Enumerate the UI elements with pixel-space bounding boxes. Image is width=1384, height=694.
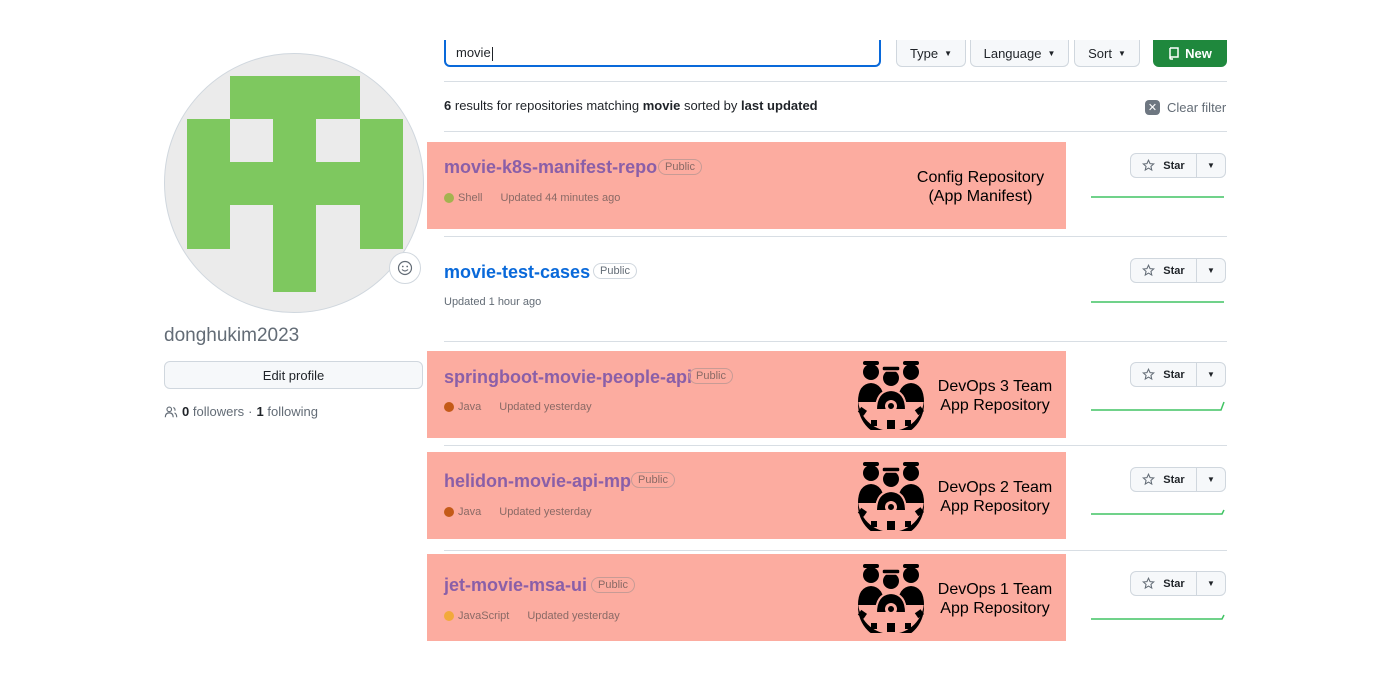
divider — [444, 341, 1227, 342]
star-button[interactable]: Star — [1131, 468, 1197, 491]
divider — [444, 81, 1227, 82]
repo-name-link[interactable]: springboot-movie-people-api — [444, 367, 692, 388]
visibility-badge: Public — [591, 577, 635, 593]
caret-down-icon: ▼ — [1047, 48, 1056, 58]
repo-name-link[interactable]: movie-test-cases — [444, 262, 590, 283]
caret-down-icon: ▼ — [944, 48, 953, 58]
caret-down-icon: ▼ — [1117, 48, 1126, 58]
annotation-config-text: Config Repository (App Manifest) — [916, 169, 1045, 205]
language-filter-button[interactable]: Language ▼ — [970, 40, 1069, 67]
devops-team-icon — [857, 361, 924, 430]
star-button[interactable]: Star — [1131, 572, 1197, 595]
divider — [444, 131, 1227, 132]
follow-stats: 0 followers · 1 following — [164, 404, 318, 419]
avatar[interactable] — [164, 53, 424, 313]
star-icon — [1142, 577, 1156, 590]
repo-name-link[interactable]: jet-movie-msa-ui — [444, 575, 587, 596]
activity-sparkline — [1091, 196, 1224, 198]
star-icon — [1142, 159, 1156, 172]
star-button-group[interactable]: Star ▼ — [1130, 467, 1226, 492]
repo-language: Java — [458, 506, 482, 518]
repo-updated: Updated yesterday — [499, 401, 592, 413]
type-filter-button[interactable]: Type ▼ — [896, 40, 966, 67]
star-list-dropdown[interactable]: ▼ — [1197, 259, 1225, 282]
activity-sparkline — [1091, 401, 1225, 411]
new-repository-button[interactable]: New — [1153, 40, 1227, 67]
repo-meta: Updated 1 hour ago — [444, 296, 541, 308]
annotation-team3-text: DevOps 3 Team App Repository — [937, 378, 1053, 414]
star-button[interactable]: Star — [1131, 154, 1197, 177]
repo-meta: Java Updated yesterday — [444, 506, 592, 518]
star-icon — [1142, 368, 1156, 381]
people-icon — [164, 406, 178, 417]
profile-username: donghukim2023 — [164, 325, 300, 346]
divider — [444, 236, 1227, 237]
caret-down-icon: ▼ — [1207, 370, 1215, 379]
language-color-dot — [444, 402, 454, 412]
repo-updated: Updated yesterday — [527, 610, 620, 622]
language-color-dot — [444, 507, 454, 517]
repo-name-link[interactable]: helidon-movie-api-mp — [444, 471, 631, 492]
divider — [444, 550, 1227, 551]
activity-sparkline — [1091, 301, 1224, 303]
results-summary: 6 results for repositories matching movi… — [444, 98, 818, 113]
devops-team-icon — [857, 564, 924, 633]
language-color-dot — [444, 193, 454, 203]
visibility-badge: Public — [658, 159, 702, 175]
smiley-icon — [397, 260, 413, 276]
repo-language: JavaScript — [458, 610, 510, 622]
repo-meta: JavaScript Updated yesterday — [444, 610, 620, 622]
caret-down-icon: ▼ — [1207, 579, 1215, 588]
star-button-group[interactable]: Star ▼ — [1130, 362, 1226, 387]
repo-meta: Java Updated yesterday — [444, 401, 592, 413]
repo-updated: Updated 44 minutes ago — [500, 192, 621, 204]
follow-separator: · — [248, 404, 253, 419]
repo-updated: Updated 1 hour ago — [444, 296, 542, 308]
repo-meta: Shell Updated 44 minutes ago — [444, 192, 620, 204]
text-caret — [491, 46, 493, 61]
caret-down-icon: ▼ — [1207, 161, 1215, 170]
visibility-badge: Public — [593, 263, 637, 279]
visibility-badge: Public — [631, 472, 675, 488]
sort-button[interactable]: Sort ▼ — [1074, 40, 1140, 67]
repository-search-input[interactable]: movie — [444, 40, 881, 67]
star-icon — [1142, 473, 1156, 486]
annotation-team2-text: DevOps 2 Team App Repository — [937, 479, 1053, 515]
star-list-dropdown[interactable]: ▼ — [1197, 154, 1225, 177]
identicon-image — [187, 76, 403, 292]
activity-sparkline — [1091, 614, 1225, 620]
star-list-dropdown[interactable]: ▼ — [1197, 572, 1225, 595]
repo-language: Java — [458, 401, 482, 413]
divider — [444, 445, 1227, 446]
caret-down-icon: ▼ — [1207, 475, 1215, 484]
set-status-button[interactable] — [389, 252, 421, 284]
following-link[interactable]: 1 following — [257, 404, 318, 419]
repo-name-link[interactable]: movie-k8s-manifest-repo — [444, 157, 657, 178]
visibility-badge: Public — [689, 368, 733, 384]
annotation-team1-text: DevOps 1 Team App Repository — [937, 581, 1053, 617]
activity-sparkline — [1091, 509, 1225, 515]
clear-filter-button[interactable]: ✕ Clear filter — [1145, 100, 1226, 115]
star-list-dropdown[interactable]: ▼ — [1197, 468, 1225, 491]
repo-icon — [1169, 47, 1179, 60]
star-icon — [1142, 264, 1156, 277]
close-icon: ✕ — [1145, 100, 1160, 115]
star-button-group[interactable]: Star ▼ — [1130, 571, 1226, 596]
followers-link[interactable]: 0 followers — [182, 404, 244, 419]
star-button[interactable]: Star — [1131, 259, 1197, 282]
repo-updated: Updated yesterday — [499, 506, 592, 518]
edit-profile-button[interactable]: Edit profile — [164, 361, 423, 389]
star-list-dropdown[interactable]: ▼ — [1197, 363, 1225, 386]
devops-team-icon — [857, 462, 924, 531]
caret-down-icon: ▼ — [1207, 266, 1215, 275]
repo-language: Shell — [458, 192, 483, 204]
star-button-group[interactable]: Star ▼ — [1130, 258, 1226, 283]
language-color-dot — [444, 611, 454, 621]
star-button[interactable]: Star — [1131, 363, 1197, 386]
star-button-group[interactable]: Star ▼ — [1130, 153, 1226, 178]
